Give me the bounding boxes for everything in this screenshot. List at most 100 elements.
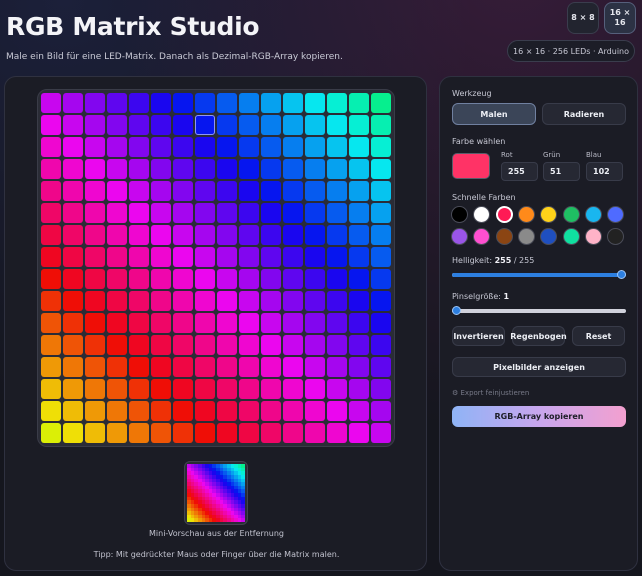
- quick-color-swatch[interactable]: [540, 206, 558, 223]
- led-cell[interactable]: [195, 159, 215, 179]
- led-cell[interactable]: [85, 93, 105, 113]
- led-cell[interactable]: [239, 181, 259, 201]
- led-cell[interactable]: [107, 137, 127, 157]
- current-color-swatch[interactable]: [452, 153, 490, 179]
- led-cell[interactable]: [349, 159, 369, 179]
- led-cell[interactable]: [129, 159, 149, 179]
- led-cell[interactable]: [261, 269, 281, 289]
- brightness-slider[interactable]: [452, 270, 626, 279]
- quick-color-swatch[interactable]: [495, 228, 513, 245]
- led-cell[interactable]: [63, 357, 83, 377]
- led-cell[interactable]: [327, 225, 347, 245]
- led-cell[interactable]: [327, 137, 347, 157]
- led-cell[interactable]: [85, 357, 105, 377]
- led-cell[interactable]: [195, 93, 215, 113]
- quick-color-swatch[interactable]: [584, 206, 602, 223]
- led-cell[interactable]: [173, 137, 193, 157]
- led-cell[interactable]: [349, 379, 369, 399]
- green-input[interactable]: 51: [543, 162, 580, 181]
- led-cell[interactable]: [349, 335, 369, 355]
- led-cell[interactable]: [305, 203, 325, 223]
- paint-tool-button[interactable]: Malen: [452, 103, 536, 125]
- led-cell[interactable]: [305, 357, 325, 377]
- led-cell[interactable]: [151, 93, 171, 113]
- led-cell[interactable]: [107, 335, 127, 355]
- led-cell[interactable]: [107, 115, 127, 135]
- led-cell[interactable]: [261, 137, 281, 157]
- led-cell[interactable]: [173, 335, 193, 355]
- led-cell[interactable]: [173, 423, 193, 443]
- led-cell[interactable]: [371, 247, 391, 267]
- led-cell[interactable]: [151, 401, 171, 421]
- led-cell[interactable]: [371, 225, 391, 245]
- led-cell[interactable]: [41, 247, 61, 267]
- led-cell[interactable]: [349, 269, 369, 289]
- led-cell[interactable]: [305, 379, 325, 399]
- led-cell[interactable]: [261, 379, 281, 399]
- led-cell[interactable]: [173, 357, 193, 377]
- quick-color-swatch[interactable]: [473, 206, 491, 223]
- led-cell[interactable]: [283, 357, 303, 377]
- red-input[interactable]: 255: [501, 162, 538, 181]
- led-cell[interactable]: [261, 335, 281, 355]
- led-cell[interactable]: [195, 357, 215, 377]
- led-cell[interactable]: [349, 225, 369, 245]
- led-cell[interactable]: [217, 291, 237, 311]
- led-cell[interactable]: [41, 269, 61, 289]
- led-cell[interactable]: [371, 423, 391, 443]
- led-cell[interactable]: [195, 269, 215, 289]
- led-cell[interactable]: [107, 313, 127, 333]
- led-cell[interactable]: [63, 313, 83, 333]
- led-cell[interactable]: [217, 247, 237, 267]
- led-cell[interactable]: [261, 93, 281, 113]
- led-cell[interactable]: [371, 115, 391, 135]
- led-cell[interactable]: [305, 93, 325, 113]
- led-cell[interactable]: [217, 115, 237, 135]
- export-fine-tune-link[interactable]: ⚙ Export feinjustieren: [452, 389, 529, 397]
- led-cell[interactable]: [217, 203, 237, 223]
- led-cell[interactable]: [261, 159, 281, 179]
- led-cell[interactable]: [371, 357, 391, 377]
- led-cell[interactable]: [85, 313, 105, 333]
- led-cell[interactable]: [371, 137, 391, 157]
- led-cell[interactable]: [63, 401, 83, 421]
- led-cell[interactable]: [63, 225, 83, 245]
- led-cell[interactable]: [107, 269, 127, 289]
- led-cell[interactable]: [41, 159, 61, 179]
- led-cell[interactable]: [327, 269, 347, 289]
- led-cell[interactable]: [107, 159, 127, 179]
- led-cell[interactable]: [41, 401, 61, 421]
- led-cell[interactable]: [41, 137, 61, 157]
- led-cell[interactable]: [239, 313, 259, 333]
- led-cell[interactable]: [217, 401, 237, 421]
- led-cell[interactable]: [349, 313, 369, 333]
- led-cell[interactable]: [349, 93, 369, 113]
- led-cell[interactable]: [305, 313, 325, 333]
- led-cell[interactable]: [371, 335, 391, 355]
- led-cell[interactable]: [371, 379, 391, 399]
- quick-color-swatch[interactable]: [451, 228, 468, 245]
- led-cell[interactable]: [195, 225, 215, 245]
- led-cell[interactable]: [41, 181, 61, 201]
- led-cell[interactable]: [151, 203, 171, 223]
- led-cell[interactable]: [151, 379, 171, 399]
- led-cell[interactable]: [217, 269, 237, 289]
- led-cell[interactable]: [151, 115, 171, 135]
- led-cell[interactable]: [107, 181, 127, 201]
- led-cell[interactable]: [151, 291, 171, 311]
- led-cell[interactable]: [283, 401, 303, 421]
- led-cell[interactable]: [349, 137, 369, 157]
- size-16x16-button[interactable]: 16 × 16: [604, 2, 636, 34]
- led-cell[interactable]: [151, 159, 171, 179]
- led-cell[interactable]: [129, 203, 149, 223]
- led-cell[interactable]: [327, 115, 347, 135]
- quick-color-swatch[interactable]: [495, 206, 513, 223]
- led-cell[interactable]: [129, 291, 149, 311]
- led-cell[interactable]: [239, 423, 259, 443]
- led-cell[interactable]: [63, 93, 83, 113]
- led-cell[interactable]: [151, 247, 171, 267]
- led-cell[interactable]: [173, 247, 193, 267]
- led-cell[interactable]: [217, 379, 237, 399]
- led-cell[interactable]: [195, 137, 215, 157]
- quick-color-swatch[interactable]: [562, 206, 580, 223]
